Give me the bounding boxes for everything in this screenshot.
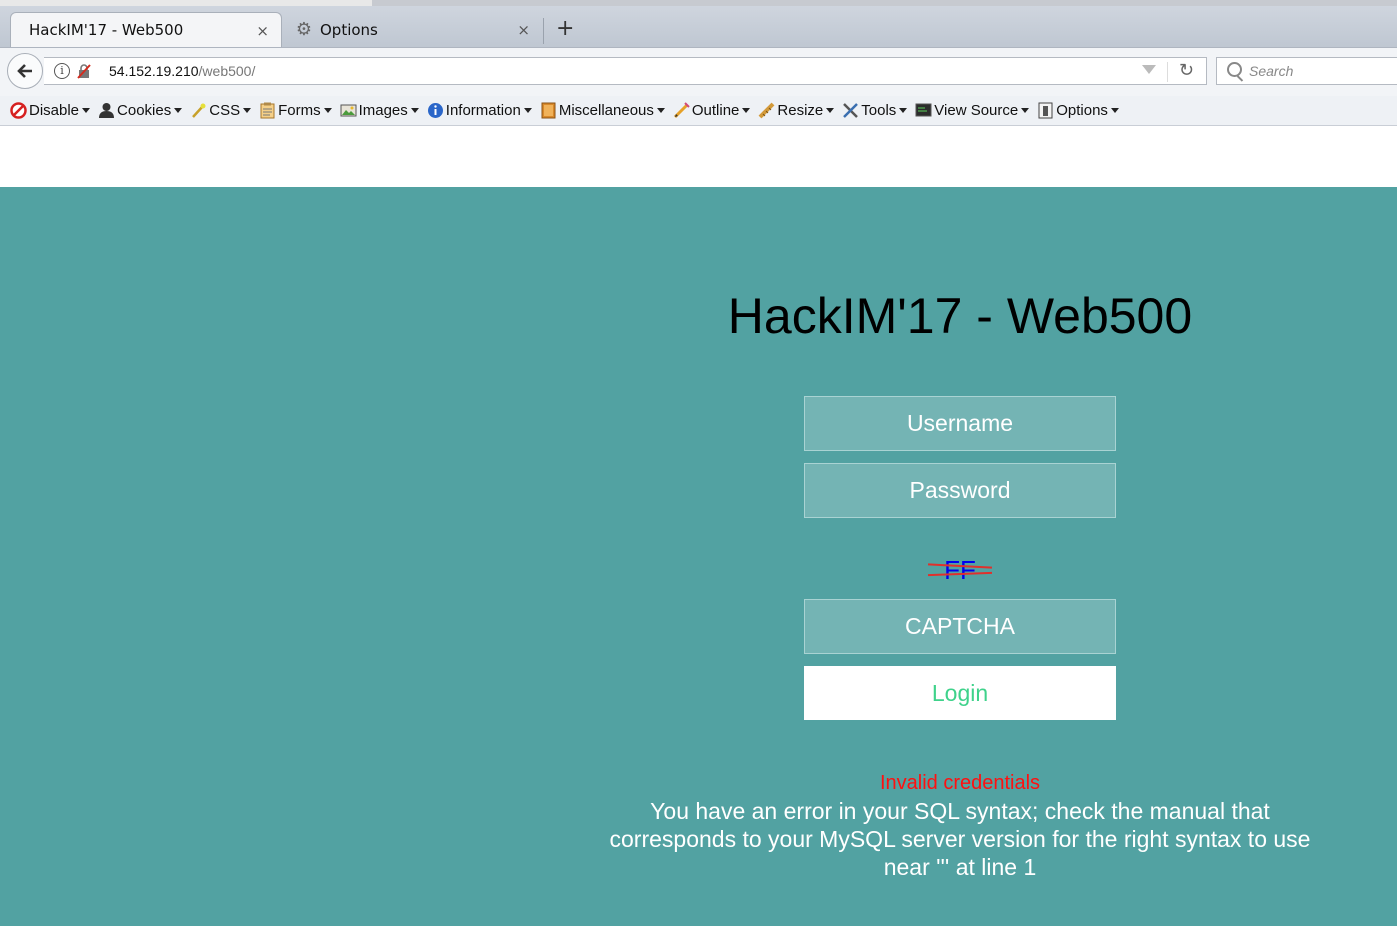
devtool-label: Images bbox=[358, 102, 408, 119]
error-title: Invalid credentials bbox=[879, 772, 1041, 794]
url-bar[interactable]: i 54.152.19.210/web500/ ↻ bbox=[44, 57, 1207, 85]
tab-bar: HackIM'17 - Web500 × ⚙ Options × + bbox=[0, 6, 1397, 48]
close-tab-icon[interactable]: × bbox=[517, 21, 530, 39]
images-icon bbox=[340, 104, 357, 117]
devtool-label: Forms bbox=[278, 102, 321, 119]
devtool-label: Information bbox=[445, 102, 521, 119]
devtool-outline[interactable]: Outline bbox=[673, 102, 751, 119]
page-content: HackIM'17 - Web500 Username Password FF … bbox=[0, 187, 1397, 926]
devtool-css[interactable]: CSS bbox=[190, 102, 252, 119]
devtool-label: CSS bbox=[209, 102, 241, 119]
devtool-view-source[interactable]: View Source bbox=[915, 102, 1030, 119]
error-message: You have an error in your SQL syntax; ch… bbox=[609, 798, 1311, 880]
page-top-spacer bbox=[0, 127, 1397, 187]
search-placeholder: Search bbox=[1249, 63, 1294, 79]
tab-hackim-web500[interactable]: HackIM'17 - Web500 × bbox=[10, 12, 282, 47]
view-source-icon bbox=[915, 103, 932, 117]
username-input[interactable]: Username bbox=[804, 396, 1116, 451]
page-title: HackIM'17 - Web500 bbox=[727, 288, 1193, 344]
url-host: 54.152.19.210 bbox=[109, 63, 199, 79]
devtool-disable[interactable]: Disable bbox=[10, 102, 91, 119]
close-tab-icon[interactable]: × bbox=[256, 22, 269, 40]
tab-options[interactable]: ⚙ Options × bbox=[286, 12, 542, 47]
caret-down-icon bbox=[826, 108, 835, 113]
back-button[interactable] bbox=[7, 53, 43, 89]
password-input[interactable]: Password bbox=[804, 463, 1116, 518]
devtool-options[interactable]: Options bbox=[1037, 102, 1119, 119]
login-button[interactable]: Login bbox=[804, 666, 1116, 720]
search-bar[interactable]: Search bbox=[1216, 57, 1397, 85]
caret-down-icon bbox=[174, 108, 183, 113]
devtool-label: View Source bbox=[934, 102, 1019, 119]
devtool-label: Disable bbox=[29, 102, 80, 119]
devtool-miscellaneous[interactable]: Miscellaneous bbox=[540, 102, 665, 119]
caret-down-icon bbox=[82, 108, 91, 113]
cookies-icon bbox=[99, 103, 115, 118]
caret-down-icon bbox=[1110, 108, 1119, 113]
devtool-label: Outline bbox=[691, 102, 740, 119]
back-arrow-icon bbox=[17, 64, 32, 78]
information-icon bbox=[427, 103, 443, 118]
reload-icon[interactable]: ↻ bbox=[1179, 60, 1194, 81]
outline-icon bbox=[673, 102, 690, 119]
tools-icon bbox=[843, 103, 859, 118]
forms-icon bbox=[260, 102, 275, 119]
web-developer-toolbar: Disable Cookies CSS Forms Images Informa… bbox=[0, 96, 1397, 126]
navigation-bar: i 54.152.19.210/web500/ ↻ Search bbox=[0, 48, 1397, 96]
url-history-dropdown-icon[interactable] bbox=[1142, 65, 1156, 74]
tab-title: Options bbox=[320, 20, 378, 39]
devtool-tools[interactable]: Tools bbox=[842, 102, 908, 119]
caret-down-icon bbox=[323, 108, 332, 113]
caret-down-icon bbox=[742, 108, 751, 113]
captcha-text: FF bbox=[944, 555, 976, 585]
url-divider bbox=[1167, 62, 1168, 82]
insecure-connection-icon[interactable] bbox=[76, 63, 92, 79]
devtool-forms[interactable]: Forms bbox=[259, 102, 332, 119]
caret-down-icon bbox=[243, 108, 252, 113]
captcha-image: FF bbox=[927, 552, 993, 588]
devtool-label: Options bbox=[1056, 102, 1108, 119]
miscellaneous-icon bbox=[541, 102, 556, 119]
url-path: /web500/ bbox=[198, 63, 256, 79]
devtool-label: Tools bbox=[861, 102, 897, 119]
caret-down-icon bbox=[1021, 108, 1030, 113]
options-icon bbox=[1038, 102, 1053, 119]
gear-icon: ⚙ bbox=[295, 18, 313, 40]
devtool-resize[interactable]: Resize bbox=[758, 102, 835, 119]
devtool-label: Cookies bbox=[117, 102, 172, 119]
devtool-cookies[interactable]: Cookies bbox=[98, 102, 183, 119]
search-icon bbox=[1227, 62, 1242, 77]
devtool-label: Resize bbox=[777, 102, 824, 119]
devtool-information[interactable]: Information bbox=[427, 102, 532, 119]
resize-icon bbox=[758, 102, 775, 119]
captcha-input[interactable]: CAPTCHA bbox=[804, 599, 1116, 654]
tab-title: HackIM'17 - Web500 bbox=[29, 21, 184, 39]
caret-down-icon bbox=[523, 108, 532, 113]
devtool-label: Miscellaneous bbox=[558, 102, 654, 119]
url-text[interactable]: 54.152.19.210/web500/ bbox=[109, 63, 255, 79]
info-icon[interactable]: i bbox=[54, 63, 70, 79]
devtool-images[interactable]: Images bbox=[340, 102, 419, 119]
disable-icon bbox=[10, 102, 27, 119]
tab-separator bbox=[543, 18, 544, 44]
new-tab-button[interactable]: + bbox=[556, 16, 574, 42]
css-icon bbox=[192, 103, 206, 118]
caret-down-icon bbox=[899, 108, 908, 113]
caret-down-icon bbox=[656, 108, 665, 113]
caret-down-icon bbox=[410, 108, 419, 113]
